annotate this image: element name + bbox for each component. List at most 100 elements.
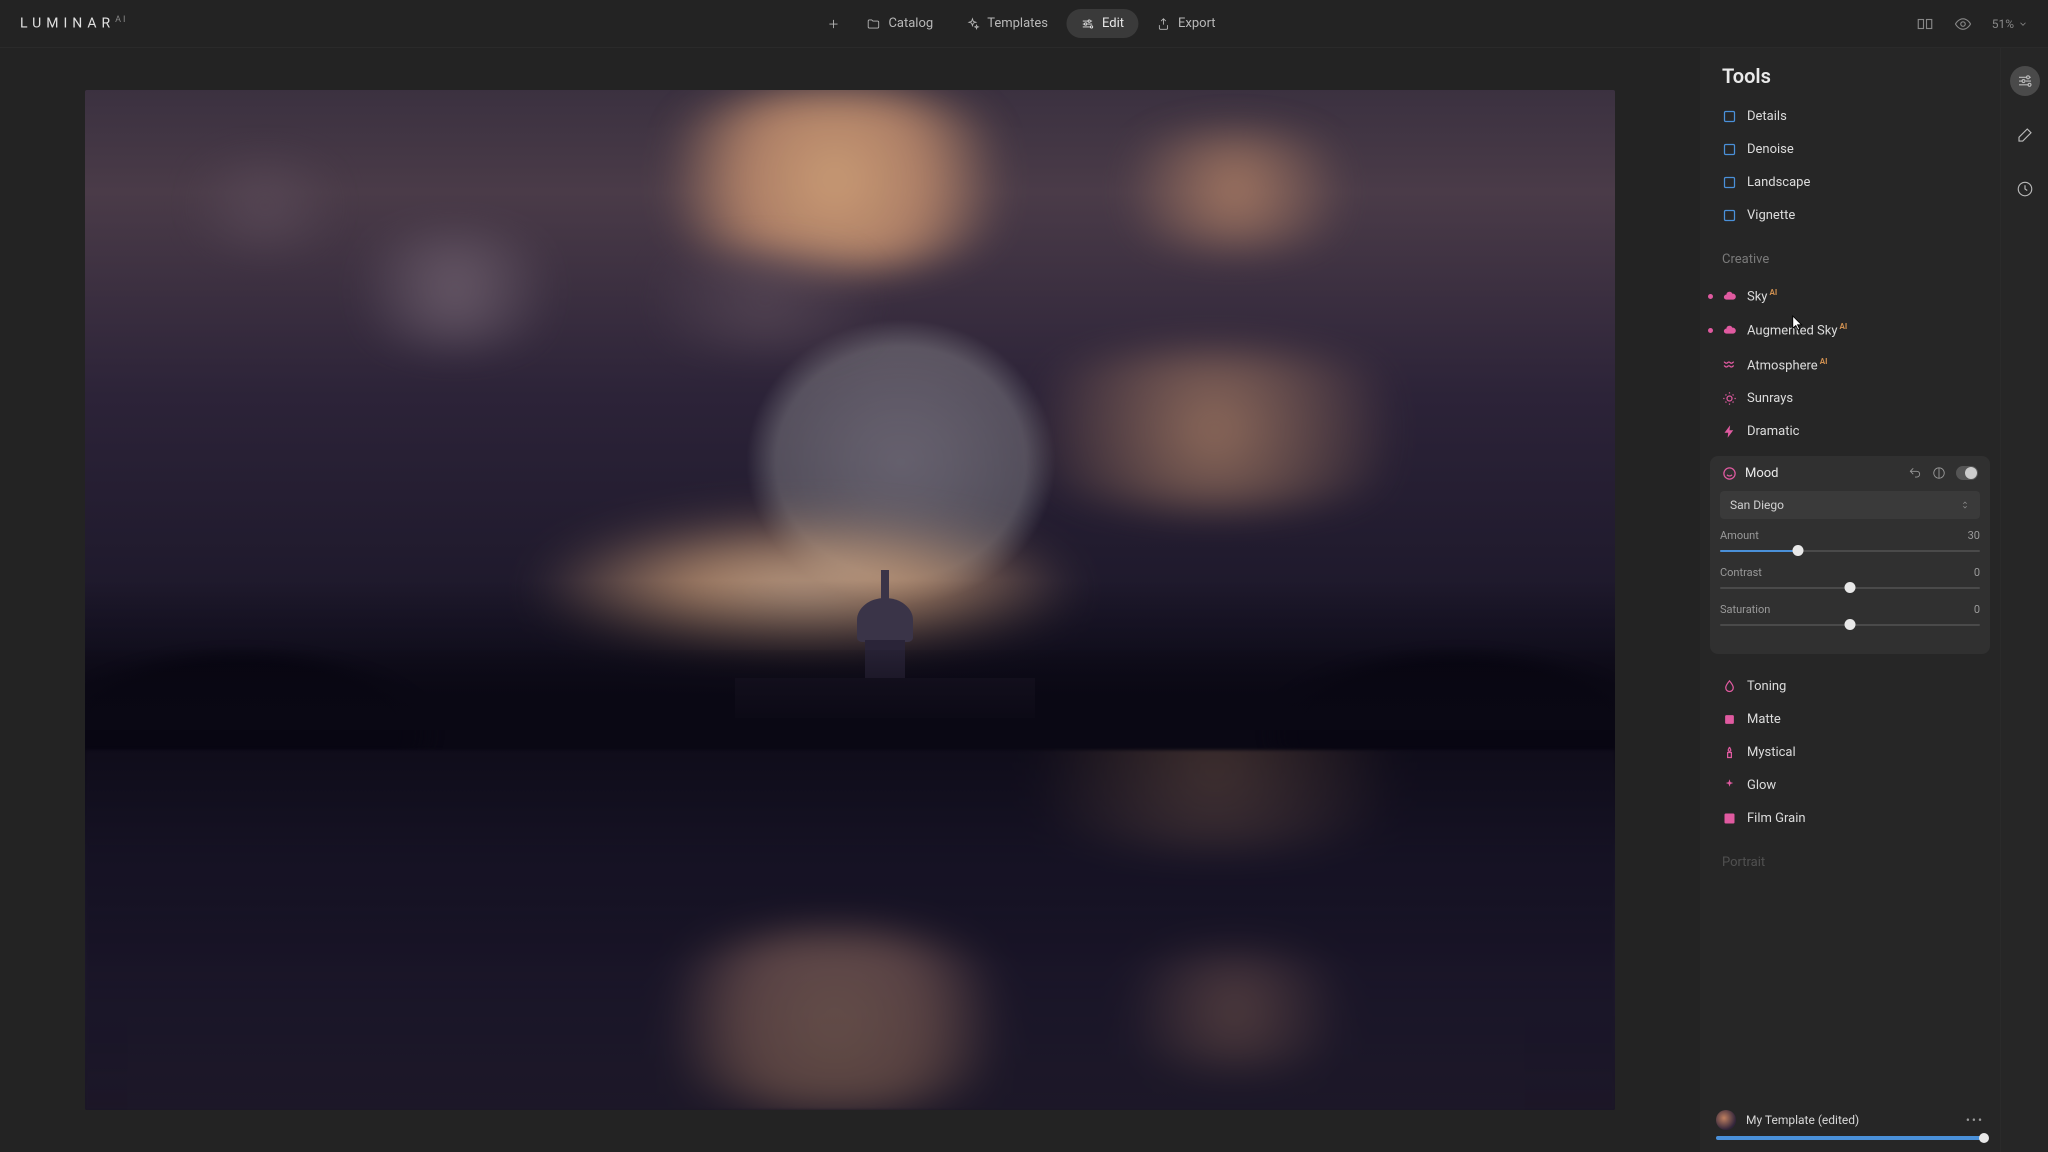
drop-icon (1722, 679, 1737, 694)
plus-icon (826, 17, 840, 31)
sliders-icon (2016, 72, 2034, 90)
nav-export[interactable]: Export (1142, 9, 1230, 38)
tools-title: Tools (1722, 64, 1771, 88)
cloud-icon (1722, 289, 1737, 304)
tool-dramatic[interactable]: Dramatic (1700, 415, 2000, 448)
sun-icon (1722, 391, 1737, 406)
square-icon (1722, 712, 1737, 727)
tool-label: Film Grain (1747, 811, 1806, 826)
square-icon (1722, 109, 1737, 124)
square-icon (1722, 142, 1737, 157)
brush-icon (2016, 126, 2034, 144)
tool-denoise[interactable]: Denoise (1700, 133, 2000, 166)
nav-center: Catalog Templates Edit Export (818, 9, 1229, 38)
slider-thumb[interactable] (1845, 582, 1856, 593)
zoom-dropdown[interactable]: 51% (1992, 17, 2028, 31)
app-logo: LUMINARAI (20, 15, 127, 32)
logo-text: LUMINAR (20, 16, 115, 32)
folder-icon (866, 17, 880, 31)
rail-edit-button[interactable] (2010, 66, 2040, 96)
tool-mystical[interactable]: Mystical (1700, 736, 2000, 769)
square-icon (1722, 175, 1737, 190)
tool-atmosphere[interactable]: AtmosphereAI (1700, 348, 2000, 382)
square-icon (1722, 208, 1737, 223)
template-thumb (1716, 1110, 1736, 1130)
nav-label: Catalog (888, 16, 933, 31)
tools-panel: Tools Details Denoise Landscape Vignette Cr… (1700, 48, 2000, 1152)
tool-label: Dramatic (1747, 424, 1799, 439)
template-more-button[interactable]: ••• (1966, 1113, 1984, 1127)
tool-label: Toning (1747, 679, 1786, 694)
clock-icon (2016, 180, 2034, 198)
right-rail (2000, 48, 2048, 1152)
tool-film-grain[interactable]: Film Grain (1700, 802, 2000, 835)
candle-icon (1722, 745, 1737, 760)
slider-value: 30 (1968, 529, 1980, 542)
nav-templates[interactable]: Templates (951, 9, 1062, 38)
sliders-icon (1080, 17, 1094, 31)
template-name: My Template (edited) (1746, 1113, 1859, 1127)
nav-edit[interactable]: Edit (1066, 9, 1138, 38)
tool-landscape[interactable]: Landscape (1700, 166, 2000, 199)
cloud-icon (1722, 323, 1737, 338)
tool-label: Vignette (1747, 208, 1795, 223)
template-slider[interactable] (1716, 1136, 1984, 1140)
topbar-right: 51% (1916, 15, 2028, 33)
zoom-value: 51% (1992, 17, 2014, 31)
tool-vignette[interactable]: Vignette (1700, 199, 2000, 232)
rail-brush-button[interactable] (2010, 120, 2040, 150)
image-canvas[interactable] (85, 90, 1615, 1110)
tool-label: Denoise (1747, 142, 1794, 157)
add-button[interactable] (818, 11, 848, 37)
slider-name: Amount (1720, 529, 1759, 542)
slider-thumb[interactable] (1845, 619, 1856, 630)
visibility-toggle[interactable] (1956, 466, 1978, 480)
slider-thumb[interactable] (1793, 545, 1804, 556)
tool-label: Mystical (1747, 745, 1796, 760)
slider-amount[interactable]: Amount 30 (1720, 529, 1980, 558)
tool-label: Augmented SkyAI (1747, 322, 1847, 338)
grain-icon (1722, 811, 1737, 826)
waves-icon (1722, 357, 1737, 372)
template-bar: My Template (edited) ••• (1716, 1110, 1984, 1140)
bolt-icon (1722, 424, 1737, 439)
mood-title: Mood (1745, 466, 1779, 481)
eye-icon[interactable] (1954, 15, 1972, 33)
compare-icon[interactable] (1916, 15, 1934, 33)
mood-preset-select[interactable]: San Diego (1720, 491, 1980, 519)
tool-toning[interactable]: Toning (1700, 670, 2000, 703)
slider-name: Contrast (1720, 566, 1762, 579)
tool-sunrays[interactable]: Sunrays (1700, 382, 2000, 415)
section-portrait: Portrait (1700, 841, 2000, 876)
tool-matte[interactable]: Matte (1700, 703, 2000, 736)
tool-glow[interactable]: Glow (1700, 769, 2000, 802)
sparkle-icon (1722, 778, 1737, 793)
tool-mood-panel: Mood San Diego Amount30Contrast0Saturati… (1710, 456, 1990, 654)
nav-catalog[interactable]: Catalog (852, 9, 947, 38)
slider-value: 0 (1974, 603, 1980, 616)
canvas-area (0, 48, 1700, 1152)
mask-icon[interactable] (1932, 466, 1946, 480)
tool-label: Details (1747, 109, 1787, 124)
preset-value: San Diego (1730, 498, 1784, 512)
sparkle-icon (965, 17, 979, 31)
edited-dot-icon (1708, 328, 1713, 333)
section-creative: Creative (1700, 238, 2000, 273)
export-icon (1156, 17, 1170, 31)
slider-value: 0 (1974, 566, 1980, 579)
slider-contrast[interactable]: Contrast 0 (1720, 566, 1980, 595)
undo-icon[interactable] (1908, 466, 1922, 480)
mood-icon (1722, 466, 1737, 481)
edited-dot-icon (1708, 294, 1713, 299)
slider-saturation[interactable]: Saturation 0 (1720, 603, 1980, 632)
slider-name: Saturation (1720, 603, 1770, 616)
tool-label: Landscape (1747, 175, 1810, 190)
rail-history-button[interactable] (2010, 174, 2040, 204)
chevron-down-icon (2018, 19, 2028, 29)
nav-label: Export (1178, 16, 1216, 31)
tool-augmented-sky[interactable]: Augmented SkyAI (1700, 313, 2000, 347)
nav-label: Templates (987, 16, 1048, 31)
tool-label: Glow (1747, 778, 1776, 793)
tool-details[interactable]: Details (1700, 100, 2000, 133)
tool-sky[interactable]: SkyAI (1700, 279, 2000, 313)
